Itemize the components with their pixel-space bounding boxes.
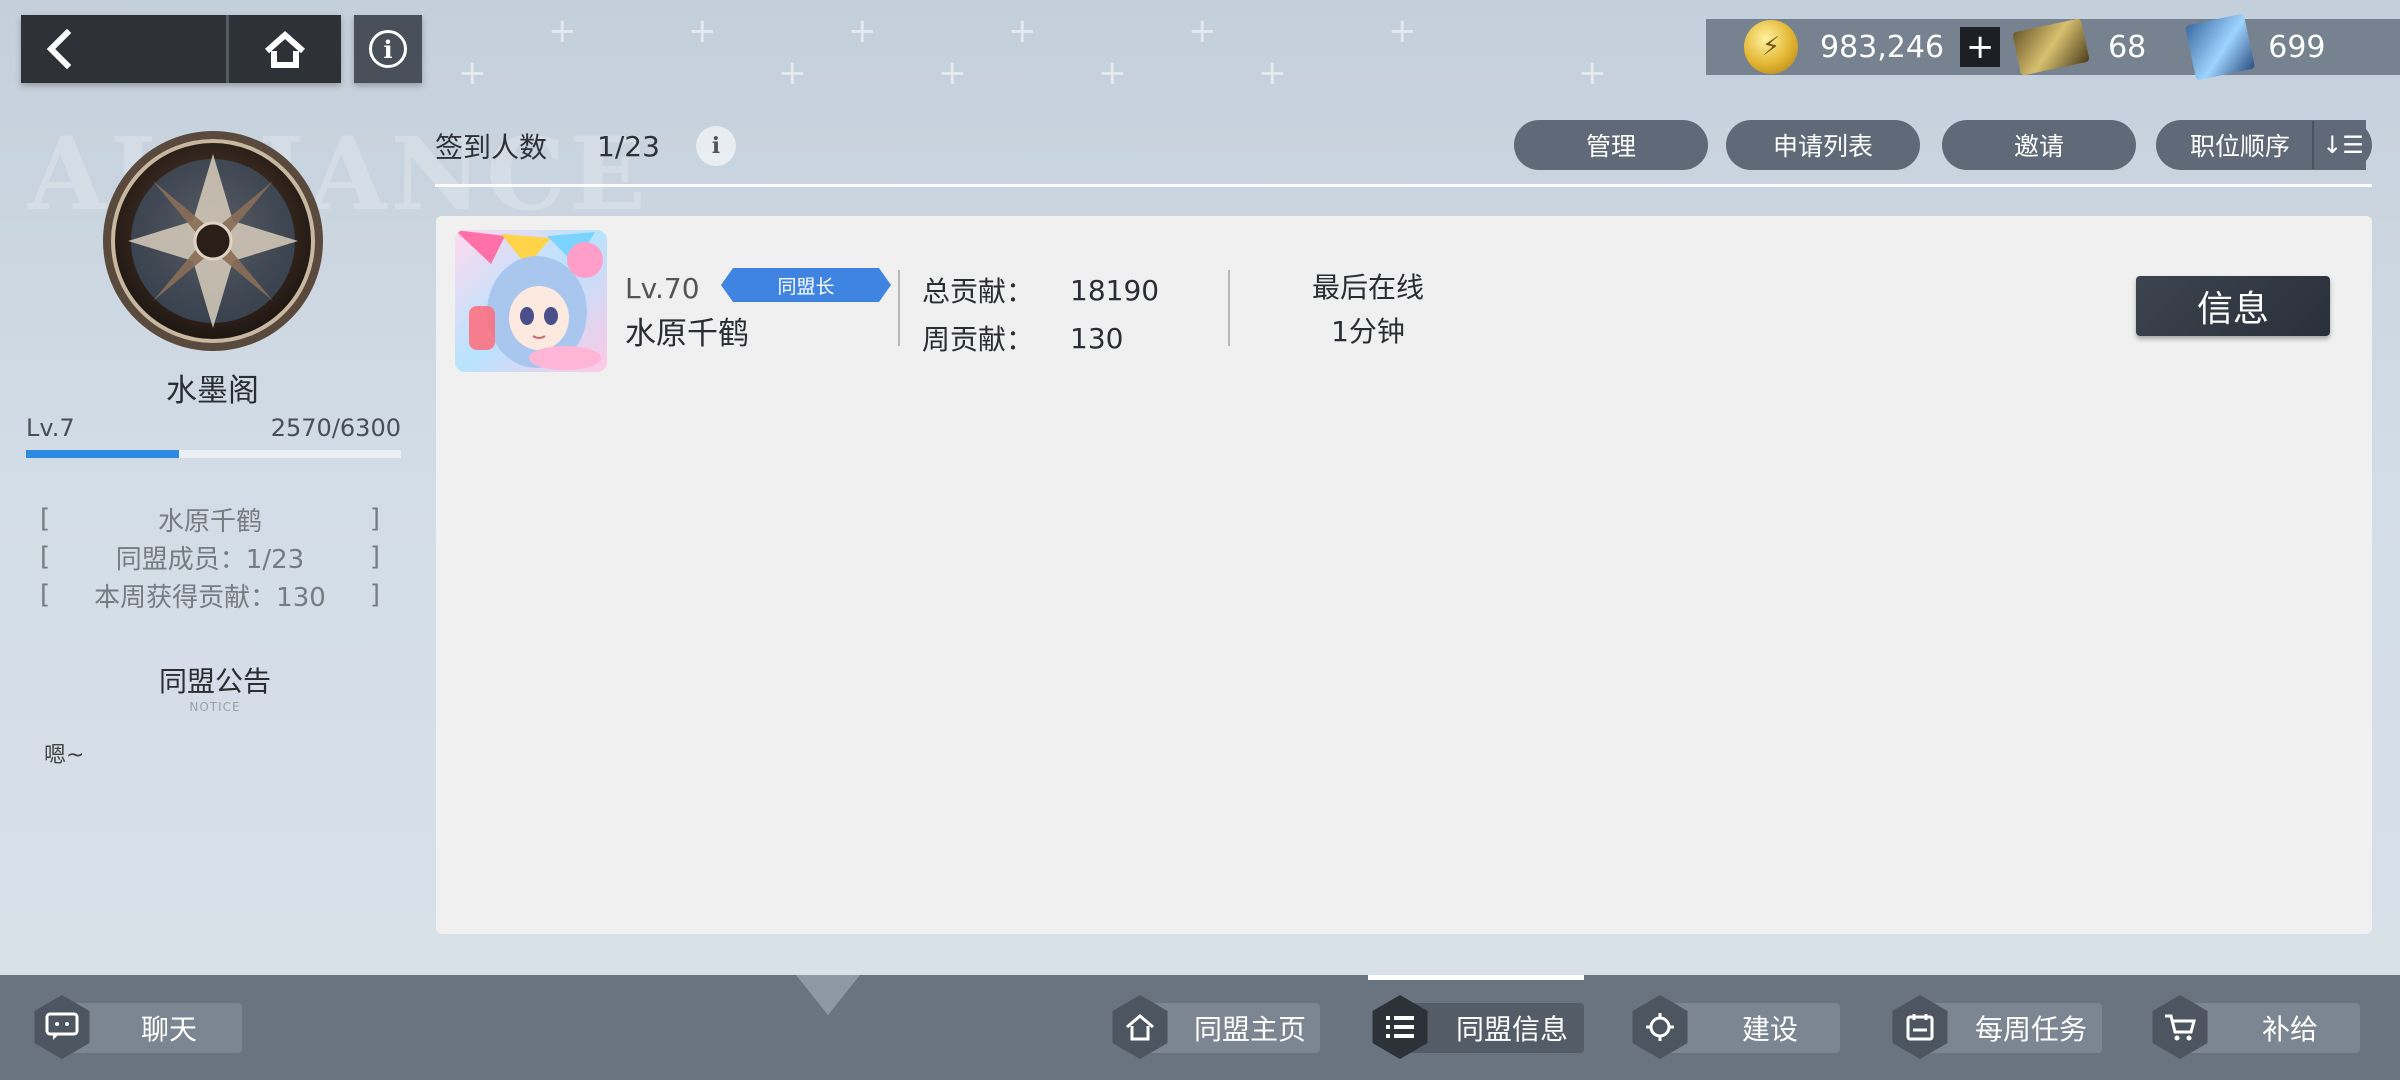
notice-title: 同盟公告 bbox=[158, 665, 271, 698]
column-divider bbox=[1228, 270, 1230, 346]
calendar-icon bbox=[1892, 995, 1948, 1059]
home-icon bbox=[265, 30, 305, 68]
guild-leader-line: [ 水原千鹤 ] bbox=[40, 500, 380, 538]
crystal-amount: 699 bbox=[2268, 29, 2326, 65]
last-online-label: 最后在线 bbox=[1311, 271, 1424, 304]
last-online-value: 1分钟 bbox=[1331, 315, 1405, 348]
chat-icon bbox=[34, 995, 90, 1059]
last-online: 最后在线 1分钟 bbox=[1298, 266, 1438, 354]
info-icon: i bbox=[369, 30, 407, 68]
member-name: 水原千鹤 bbox=[625, 316, 749, 352]
alliance-home-icon-wrap[interactable] bbox=[1104, 991, 1176, 1063]
background-cross: + bbox=[1388, 11, 1417, 51]
build-icon-wrap[interactable] bbox=[1624, 991, 1696, 1063]
invite-button[interactable]: 邀请 bbox=[1942, 120, 2136, 170]
total-contribution-row: 总贡献： 18190 bbox=[922, 266, 1159, 314]
bracket-open: [ bbox=[40, 542, 51, 572]
weekly-tasks-icon-wrap[interactable] bbox=[1884, 991, 1956, 1063]
guild-exp-fill bbox=[26, 450, 179, 458]
chevron-left-icon bbox=[46, 29, 72, 69]
gold-coin-icon: ⚡ bbox=[1744, 20, 1798, 74]
guild-name: 水墨阁 bbox=[166, 373, 259, 409]
guild-exp: 2570/6300 bbox=[270, 414, 401, 442]
chat-icon-wrap[interactable] bbox=[26, 991, 98, 1063]
currency-bar: ⚡ 983,246 + 68 699 bbox=[1706, 13, 2400, 81]
list-icon bbox=[1372, 995, 1428, 1059]
notice-subtitle: NOTICE bbox=[189, 700, 241, 714]
ticket-icon bbox=[2012, 18, 2090, 76]
member-avatar[interactable] bbox=[455, 230, 607, 372]
bracket-close: ] bbox=[369, 580, 380, 610]
gold-amount: 983,246 bbox=[1820, 29, 1945, 65]
alliance-info-icon-wrap[interactable] bbox=[1364, 991, 1436, 1063]
home-button[interactable] bbox=[229, 15, 341, 83]
member-list: Lv.70 同盟长 水原千鹤 总贡献： 18190 周贡献： 130 最后在线 … bbox=[436, 216, 2372, 934]
background-cross: + bbox=[548, 11, 577, 51]
background-cross: + bbox=[1188, 11, 1217, 51]
role-badge: 同盟长 bbox=[721, 268, 891, 302]
checkin-info-button[interactable]: i bbox=[695, 126, 736, 166]
weekly-contribution-label: 周贡献： bbox=[922, 323, 1035, 356]
ticket-amount: 68 bbox=[2108, 29, 2147, 65]
guild-emblem bbox=[103, 131, 323, 351]
house-icon bbox=[1112, 995, 1168, 1059]
bracket-close: ] bbox=[369, 504, 380, 534]
header-divider bbox=[435, 184, 2372, 187]
ticket-currency: 68 bbox=[2000, 18, 2147, 76]
avatar-portrait bbox=[455, 230, 603, 370]
supply-icon-wrap[interactable] bbox=[2144, 991, 2216, 1063]
guild-summary: [ 水原千鹤 ] [ 同盟成员：1/23 ] [ 本周获得贡献：130 ] bbox=[40, 500, 380, 614]
weekly-contribution-row: 周贡献： 130 bbox=[922, 314, 1159, 362]
guild-exp-bar bbox=[26, 450, 401, 458]
guild-weekly-contribution: 本周获得贡献：130 bbox=[94, 582, 326, 613]
checkin-row: 签到人数 1/23 i bbox=[435, 126, 736, 166]
guild-members-line: [ 同盟成员：1/23 ] bbox=[40, 538, 380, 576]
manage-button[interactable]: 管理 bbox=[1514, 120, 1708, 170]
background-cross: + bbox=[1258, 53, 1287, 93]
info-icon: i bbox=[711, 133, 721, 159]
guild-info-button[interactable]: i bbox=[354, 15, 422, 83]
cart-icon bbox=[2152, 995, 2208, 1059]
member-contribution: 总贡献： 18190 周贡献： 130 bbox=[922, 266, 1159, 362]
gold-currency: ⚡ 983,246 + bbox=[1706, 20, 2001, 74]
weekly-contribution-value: 130 bbox=[1070, 321, 1124, 355]
bracket-close: ] bbox=[369, 542, 380, 572]
guild-level-row: Lv.7 2570/6300 bbox=[26, 414, 401, 442]
member-row[interactable]: Lv.70 同盟长 水原千鹤 总贡献： 18190 周贡献： 130 最后在线 … bbox=[436, 216, 2372, 372]
sort-button[interactable]: ↓☰ bbox=[2312, 121, 2372, 169]
checkin-value: 1/23 bbox=[597, 129, 660, 163]
column-divider bbox=[898, 270, 900, 346]
background-cross: + bbox=[1578, 53, 1607, 93]
crystal-icon bbox=[2185, 13, 2256, 81]
top-navigation bbox=[21, 15, 341, 83]
background-cross: + bbox=[778, 53, 807, 93]
wrench-icon bbox=[1632, 995, 1688, 1059]
notice-text: 嗯~ bbox=[44, 743, 85, 768]
sort-icon: ↓☰ bbox=[2322, 131, 2364, 159]
active-tab-indicator bbox=[1368, 975, 1584, 980]
total-contribution-value: 18190 bbox=[1070, 273, 1160, 307]
background-cross: + bbox=[848, 11, 877, 51]
back-button[interactable] bbox=[21, 15, 226, 83]
background-cross: + bbox=[938, 53, 967, 93]
guild-level: Lv.7 bbox=[26, 414, 75, 442]
guild-leader: 水原千鹤 bbox=[157, 506, 262, 537]
bracket-open: [ bbox=[40, 580, 51, 610]
add-gold-button[interactable]: + bbox=[1960, 27, 2001, 67]
background-cross: + bbox=[1008, 11, 1037, 51]
total-contribution-label: 总贡献： bbox=[922, 275, 1035, 308]
bottom-triangle-decoration bbox=[796, 975, 860, 1015]
member-level: Lv.70 bbox=[625, 272, 700, 305]
bracket-open: [ bbox=[40, 504, 51, 534]
member-info-button[interactable]: 信息 bbox=[2136, 276, 2330, 336]
crystal-currency: 699 bbox=[2146, 13, 2326, 81]
guild-weekly-line: [ 本周获得贡献：130 ] bbox=[40, 576, 380, 614]
background-cross: + bbox=[1098, 53, 1127, 93]
background-cross: + bbox=[458, 53, 487, 93]
checkin-label: 签到人数 bbox=[435, 131, 548, 164]
application-list-button[interactable]: 申请列表 bbox=[1726, 120, 1920, 170]
guild-members: 同盟成员：1/23 bbox=[115, 544, 305, 575]
background-cross: + bbox=[688, 11, 717, 51]
